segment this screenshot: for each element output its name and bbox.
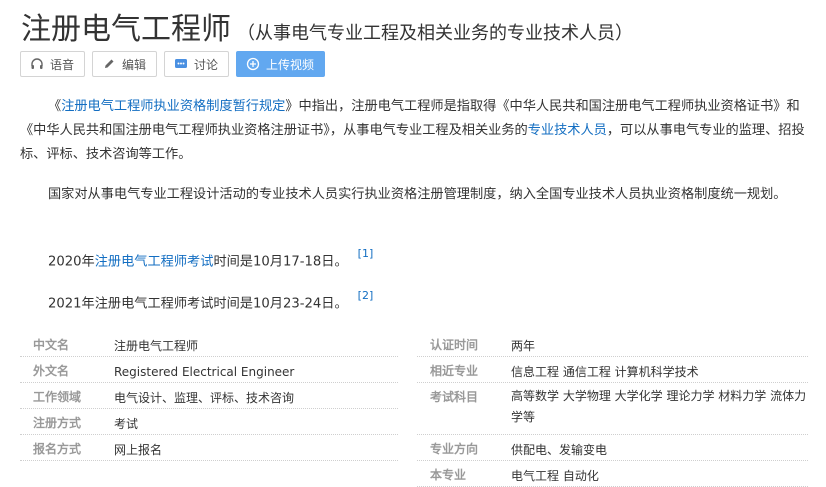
voice-button-label: 语音 [50, 57, 75, 72]
info-row: 专业方向 供配电、发输变电 [417, 435, 808, 461]
text-segment: 2021年注册电气工程师考试时间是10月23-24日。 [48, 296, 348, 312]
info-label: 工作领域 [33, 390, 82, 404]
info-label: 本专业 [430, 468, 467, 482]
system-paragraph: 国家对从事电气专业工程设计活动的专业技术人员实行执业资格注册管理制度，纳入全国专… [48, 187, 787, 202]
exam-2021-paragraph: 2021年注册电气工程师考试时间是10月23-24日。 [2] [20, 287, 810, 316]
exam-link[interactable]: 注册电气工程师考试 [95, 254, 214, 269]
info-value: 高等数学 大学物理 大学化学 理论力学 材料力学 流体力学等 [511, 389, 807, 424]
text-segment: 时间是10月17-18日。 [213, 254, 348, 270]
pencil-icon [102, 57, 116, 71]
info-row: 相近专业 信息工程 通信工程 计算机科学技术 [417, 357, 808, 383]
discuss-button[interactable]: 讨论 [164, 51, 230, 77]
info-label: 相近专业 [430, 364, 479, 378]
info-value: 注册电气工程师 [114, 339, 199, 353]
info-row: 中文名 注册电气工程师 [20, 331, 398, 357]
discuss-button-label: 讨论 [194, 57, 219, 72]
exam-2020-paragraph: 2020年注册电气工程师考试时间是10月17-18日。 [1] [20, 245, 810, 274]
info-row: 本专业 电气工程 自动化 [417, 461, 808, 487]
info-row: 外文名 Registered Electrical Engineer [20, 357, 398, 383]
plus-circle-icon [246, 57, 260, 71]
text-segment: 2020年 [48, 254, 95, 270]
info-value: 电气工程 自动化 [511, 469, 599, 483]
page-subtitle: （从事电气专业工程及相关业务的专业技术人员） [237, 23, 633, 44]
intro-paragraph: 《注册电气工程师执业资格制度暂行规定》中指出，注册电气工程师是指取得《中华人民共… [20, 95, 810, 167]
regulation-link[interactable]: 注册电气工程师执业资格制度暂行规定 [61, 99, 285, 114]
info-label: 专业方向 [430, 442, 479, 456]
info-value: 电气设计、监理、评标、技术咨询 [114, 391, 295, 405]
reference-1-link[interactable]: [1] [358, 247, 374, 260]
toolbar: 语音 编辑 讨论 上传视频 [20, 51, 326, 77]
text-segment: 《 [48, 99, 62, 114]
reference-2-link[interactable]: [2] [358, 289, 374, 302]
info-column-right: 认证时间 两年 相近专业 信息工程 通信工程 计算机科学技术 考试科目 高等数学… [417, 331, 808, 487]
info-row: 考试科目 高等数学 大学物理 大学化学 理论力学 材料力学 流体力学等 [417, 383, 808, 435]
page-header: 注册电气工程师 （从事电气专业工程及相关业务的专业技术人员） [21, 4, 633, 48]
info-row: 工作领域 电气设计、监理、评标、技术咨询 [20, 383, 398, 409]
info-label: 外文名 [33, 364, 70, 378]
info-label: 考试科目 [430, 390, 479, 404]
info-row: 注册方式 考试 [20, 409, 398, 435]
info-column-left: 中文名 注册电气工程师 外文名 Registered Electrical En… [20, 331, 398, 461]
info-value: 两年 [511, 339, 536, 353]
info-value: 供配电、发输变电 [511, 443, 608, 457]
voice-button[interactable]: 语音 [20, 51, 86, 77]
headphones-icon [30, 57, 44, 71]
upload-video-button[interactable]: 上传视频 [236, 51, 326, 77]
info-value: Registered Electrical Engineer [114, 365, 295, 379]
info-label: 注册方式 [33, 416, 82, 430]
info-value: 网上报名 [114, 443, 163, 457]
info-value: 考试 [114, 417, 139, 431]
info-row: 报名方式 网上报名 [20, 435, 398, 461]
chat-icon [174, 57, 188, 71]
info-label: 认证时间 [430, 338, 479, 352]
info-label: 报名方式 [33, 442, 82, 456]
professional-technician-link[interactable]: 专业技术人员 [528, 123, 607, 138]
upload-video-button-label: 上传视频 [266, 57, 315, 72]
edit-button-label: 编辑 [122, 57, 147, 72]
info-label: 中文名 [33, 338, 70, 352]
page-title: 注册电气工程师 [21, 12, 231, 47]
edit-button[interactable]: 编辑 [92, 51, 158, 77]
info-row: 认证时间 两年 [417, 331, 808, 357]
info-value: 信息工程 通信工程 计算机科学技术 [511, 365, 699, 379]
